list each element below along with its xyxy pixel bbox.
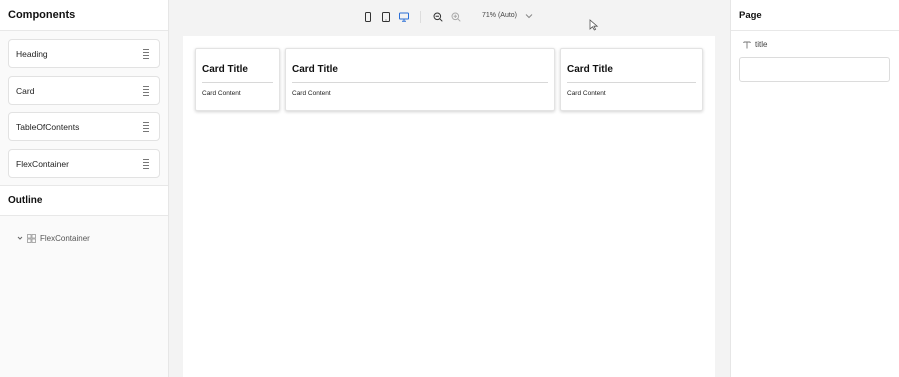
drag-handle-icon[interactable] [143, 158, 149, 169]
left-sidebar: Components Heading Card TableOfContents … [0, 0, 169, 377]
mobile-icon[interactable] [363, 12, 373, 22]
properties-panel: Page title [730, 0, 899, 377]
card[interactable]: Card Title Card Content [195, 48, 280, 111]
component-flex-container[interactable]: FlexContainer [8, 148, 160, 178]
card-content: Card Content [202, 90, 241, 97]
outline-title: Outline [0, 186, 168, 216]
tablet-icon[interactable] [381, 12, 391, 22]
card-title: Card Title [202, 64, 273, 83]
zoom-select[interactable]: 71% (Auto) [482, 12, 517, 19]
card-title: Card Title [567, 64, 696, 83]
outline-item-flex-container[interactable]: FlexContainer [0, 232, 168, 244]
components-title: Components [0, 0, 168, 31]
title-field-label: title [743, 40, 767, 49]
toolbar-divider [420, 11, 421, 23]
chevron-down-icon[interactable] [525, 13, 533, 19]
component-card[interactable]: Card [8, 75, 160, 105]
component-label: Heading [16, 49, 48, 59]
drag-handle-icon[interactable] [143, 122, 149, 132]
component-label: Card [16, 85, 35, 96]
drag-handle-icon[interactable] [143, 49, 149, 59]
card-content: Card Content [567, 90, 606, 97]
zoom-out-icon[interactable] [433, 12, 443, 22]
text-type-icon [743, 41, 751, 48]
outline-section: Outline FlexContainer [0, 185, 168, 244]
components-list: Heading Card TableOfContents FlexContain… [0, 31, 168, 178]
card[interactable]: Card Title Card Content [285, 48, 555, 111]
layout-grid-icon [27, 233, 36, 243]
toolbar: 71% (Auto) [169, 0, 730, 34]
card-content: Card Content [292, 90, 331, 97]
outline-item-label: FlexContainer [40, 233, 90, 243]
component-label: FlexContainer [16, 158, 69, 169]
editor-canvas-area: 71% (Auto) Card Title Card Content Card … [169, 0, 730, 377]
component-table-of-contents[interactable]: TableOfContents [8, 112, 160, 141]
title-input[interactable] [739, 57, 890, 82]
field-label-text: title [755, 40, 768, 49]
mouse-cursor-icon [589, 19, 599, 31]
properties-title: Page [731, 0, 899, 31]
component-heading[interactable]: Heading [8, 39, 160, 68]
drag-handle-icon[interactable] [143, 85, 149, 96]
page-canvas[interactable]: Card Title Card Content Card Title Card … [183, 36, 715, 377]
card[interactable]: Card Title Card Content [560, 48, 703, 111]
chevron-down-icon[interactable] [17, 235, 23, 241]
component-label: TableOfContents [16, 122, 80, 132]
card-title: Card Title [292, 64, 548, 83]
zoom-in-icon[interactable] [451, 12, 461, 22]
desktop-icon[interactable] [399, 12, 409, 22]
